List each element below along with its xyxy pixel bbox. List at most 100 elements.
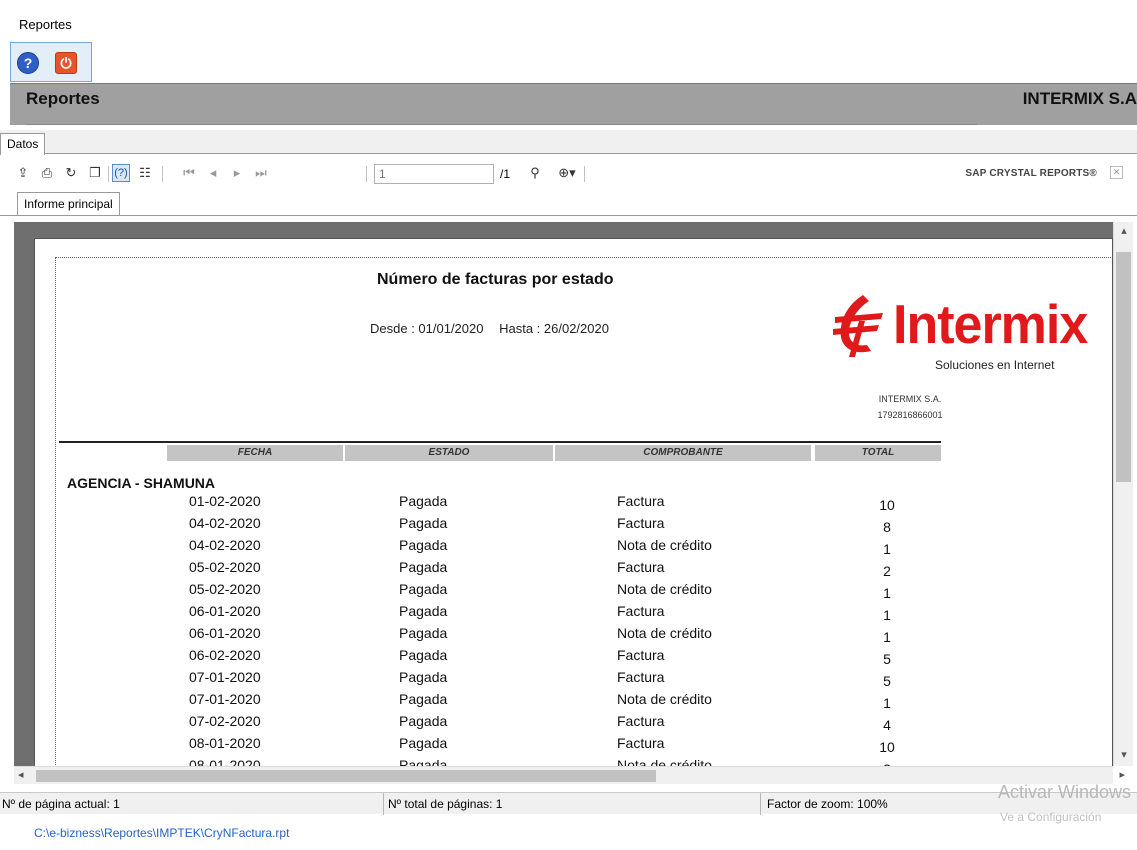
cell-estado: Pagada <box>399 559 448 575</box>
cell-comprobante: Nota de crédito <box>617 625 712 641</box>
status-separator <box>383 793 384 815</box>
cell-comprobante: Factura <box>617 735 665 751</box>
export-icon[interactable]: ⇪ <box>14 164 32 182</box>
status-separator <box>760 793 761 815</box>
refresh-icon[interactable]: ↻ <box>62 164 80 182</box>
report-file-path: C:\e-bizness\Reportes\IMPTEK\CryNFactura… <box>34 826 290 840</box>
report-toolbar: ⇪ ⎙ ↻ ❐ (?) ☷ ⏮ ◂ ▸ ⏭ /1 ⚲ ⊕▾ SAP CRYSTA… <box>0 156 1137 192</box>
copy-icon[interactable]: ❐ <box>86 164 104 182</box>
cell-comprobante: Factura <box>617 669 665 685</box>
scroll-left-icon[interactable]: ◂ <box>18 768 24 781</box>
cell-estado: Pagada <box>399 647 448 663</box>
status-zoom: Factor de zoom: 100% <box>767 797 888 811</box>
toolbar-separator <box>108 166 109 182</box>
cell-estado: Pagada <box>399 713 448 729</box>
table-row: 08-01-2020 Pagada Factura 10 <box>35 735 1035 757</box>
status-total-pages: Nº total de páginas: 1 <box>388 797 503 811</box>
cell-comprobante: Factura <box>617 515 665 531</box>
status-bar: Nº de página actual: 1 Nº total de págin… <box>0 792 1137 815</box>
cell-fecha: 07-02-2020 <box>189 713 261 729</box>
cell-comprobante: Factura <box>617 559 665 575</box>
table-row: 04-02-2020 Pagada Nota de crédito 1 <box>35 537 1035 559</box>
tab-datos[interactable]: Datos <box>0 133 46 155</box>
cell-total: 1 <box>883 607 891 623</box>
cell-total: 1 <box>883 629 891 645</box>
range-to: Hasta : 26/02/2020 <box>499 321 609 336</box>
table-row: 04-02-2020 Pagada Factura 8 <box>35 515 1035 537</box>
cell-comprobante: Nota de crédito <box>617 757 712 766</box>
page-number-input[interactable] <box>374 164 494 184</box>
cell-fecha: 01-02-2020 <box>189 493 261 509</box>
cell-estado: Pagada <box>399 691 448 707</box>
cell-fecha: 05-02-2020 <box>189 581 261 597</box>
report-page: Número de facturas por estado Desde : 01… <box>34 238 1113 766</box>
cell-total: 1 <box>883 695 891 711</box>
cell-total: 10 <box>879 497 895 513</box>
page-title: Reportes <box>26 89 100 108</box>
zoom-icon[interactable]: ⊕▾ <box>552 164 582 182</box>
table-header-rule <box>59 441 941 443</box>
horizontal-scrollbar[interactable]: ◂ ▸ <box>14 766 1125 784</box>
first-page-icon[interactable]: ⏮ <box>180 164 198 182</box>
next-page-icon[interactable]: ▸ <box>228 164 246 182</box>
toolbar-separator <box>366 166 367 182</box>
table-row: 07-01-2020 Pagada Factura 5 <box>35 669 1035 691</box>
table-row: 07-02-2020 Pagada Factura 4 <box>35 713 1035 735</box>
scroll-up-icon[interactable]: ▴ <box>1114 224 1134 240</box>
cell-total: 10 <box>879 739 895 755</box>
logo-mark-icon <box>833 295 883 357</box>
tab-bar: Datos <box>0 130 1137 155</box>
close-icon[interactable]: ✕ <box>1110 166 1123 179</box>
column-header-comprobante: COMPROBANTE <box>555 445 811 461</box>
cell-comprobante: Factura <box>617 713 665 729</box>
scroll-right-icon[interactable]: ▸ <box>1119 768 1125 781</box>
column-header-fecha: FECHA <box>167 445 343 461</box>
sap-crystal-brand: SAP CRYSTAL REPORTS® <box>965 168 1097 179</box>
last-page-icon[interactable]: ⏭ <box>252 164 270 182</box>
cell-estado: Pagada <box>399 515 448 531</box>
horizontal-scroll-thumb[interactable] <box>36 770 656 782</box>
table-row: 06-02-2020 Pagada Factura 5 <box>35 647 1035 669</box>
scroll-down-icon[interactable]: ▾ <box>1114 748 1134 764</box>
activation-watermark: Activar Windows <box>998 782 1132 802</box>
prev-page-icon[interactable]: ◂ <box>204 164 222 182</box>
page-header: Reportes INTERMIX S.A <box>10 83 1137 125</box>
tab-informe-principal[interactable]: Informe principal <box>17 192 120 216</box>
header-divider <box>26 124 977 125</box>
help-icon[interactable]: ? <box>17 52 39 74</box>
power-icon[interactable]: ⏻ <box>55 52 77 74</box>
cell-estado: Pagada <box>399 603 448 619</box>
cell-comprobante: Nota de crédito <box>617 691 712 707</box>
cell-total: 2 <box>883 563 891 579</box>
cell-fecha: 08-01-2020 <box>189 735 261 751</box>
cell-total: 1 <box>883 541 891 557</box>
cell-total: 8 <box>883 519 891 535</box>
cell-total: 5 <box>883 651 891 667</box>
cell-comprobante: Factura <box>617 603 665 619</box>
column-header-total: TOTAL <box>815 445 941 461</box>
search-icon[interactable]: ⚲ <box>526 164 544 182</box>
tab-underline <box>0 215 1137 216</box>
vertical-scrollbar[interactable]: ▴ ▾ <box>1113 222 1133 766</box>
group-tree-icon[interactable]: ☷ <box>136 164 154 182</box>
company-info: INTERMIX S.A. 1792816866001 <box>835 391 985 423</box>
print-icon[interactable]: ⎙ <box>38 164 56 182</box>
page-total-label: /1 <box>500 167 511 181</box>
help-icon[interactable]: (?) <box>112 164 130 182</box>
report-date-range: Desde : 01/01/2020 Hasta : 26/02/2020 <box>370 321 609 336</box>
status-current-page: Nº de página actual: 1 <box>2 797 120 811</box>
cell-comprobante: Factura <box>617 647 665 663</box>
cell-fecha: 06-01-2020 <box>189 603 261 619</box>
cell-comprobante: Nota de crédito <box>617 537 712 553</box>
company-title: INTERMIX S.A <box>1022 89 1137 108</box>
cell-fecha: 07-01-2020 <box>189 669 261 685</box>
cell-fecha: 05-02-2020 <box>189 559 261 575</box>
table-row: 08-01-2020PagadaNota de crédito2 <box>35 757 1035 766</box>
report-viewer[interactable]: Número de facturas por estado Desde : 01… <box>14 222 1113 766</box>
table-row: 06-01-2020 Pagada Factura 1 <box>35 603 1035 625</box>
cell-fecha: 07-01-2020 <box>189 691 261 707</box>
cell-fecha: 04-02-2020 <box>189 515 261 531</box>
vertical-scroll-thumb[interactable] <box>1116 252 1131 482</box>
logo-word: Intermix <box>893 294 1088 356</box>
range-from: Desde : 01/01/2020 <box>370 321 484 336</box>
